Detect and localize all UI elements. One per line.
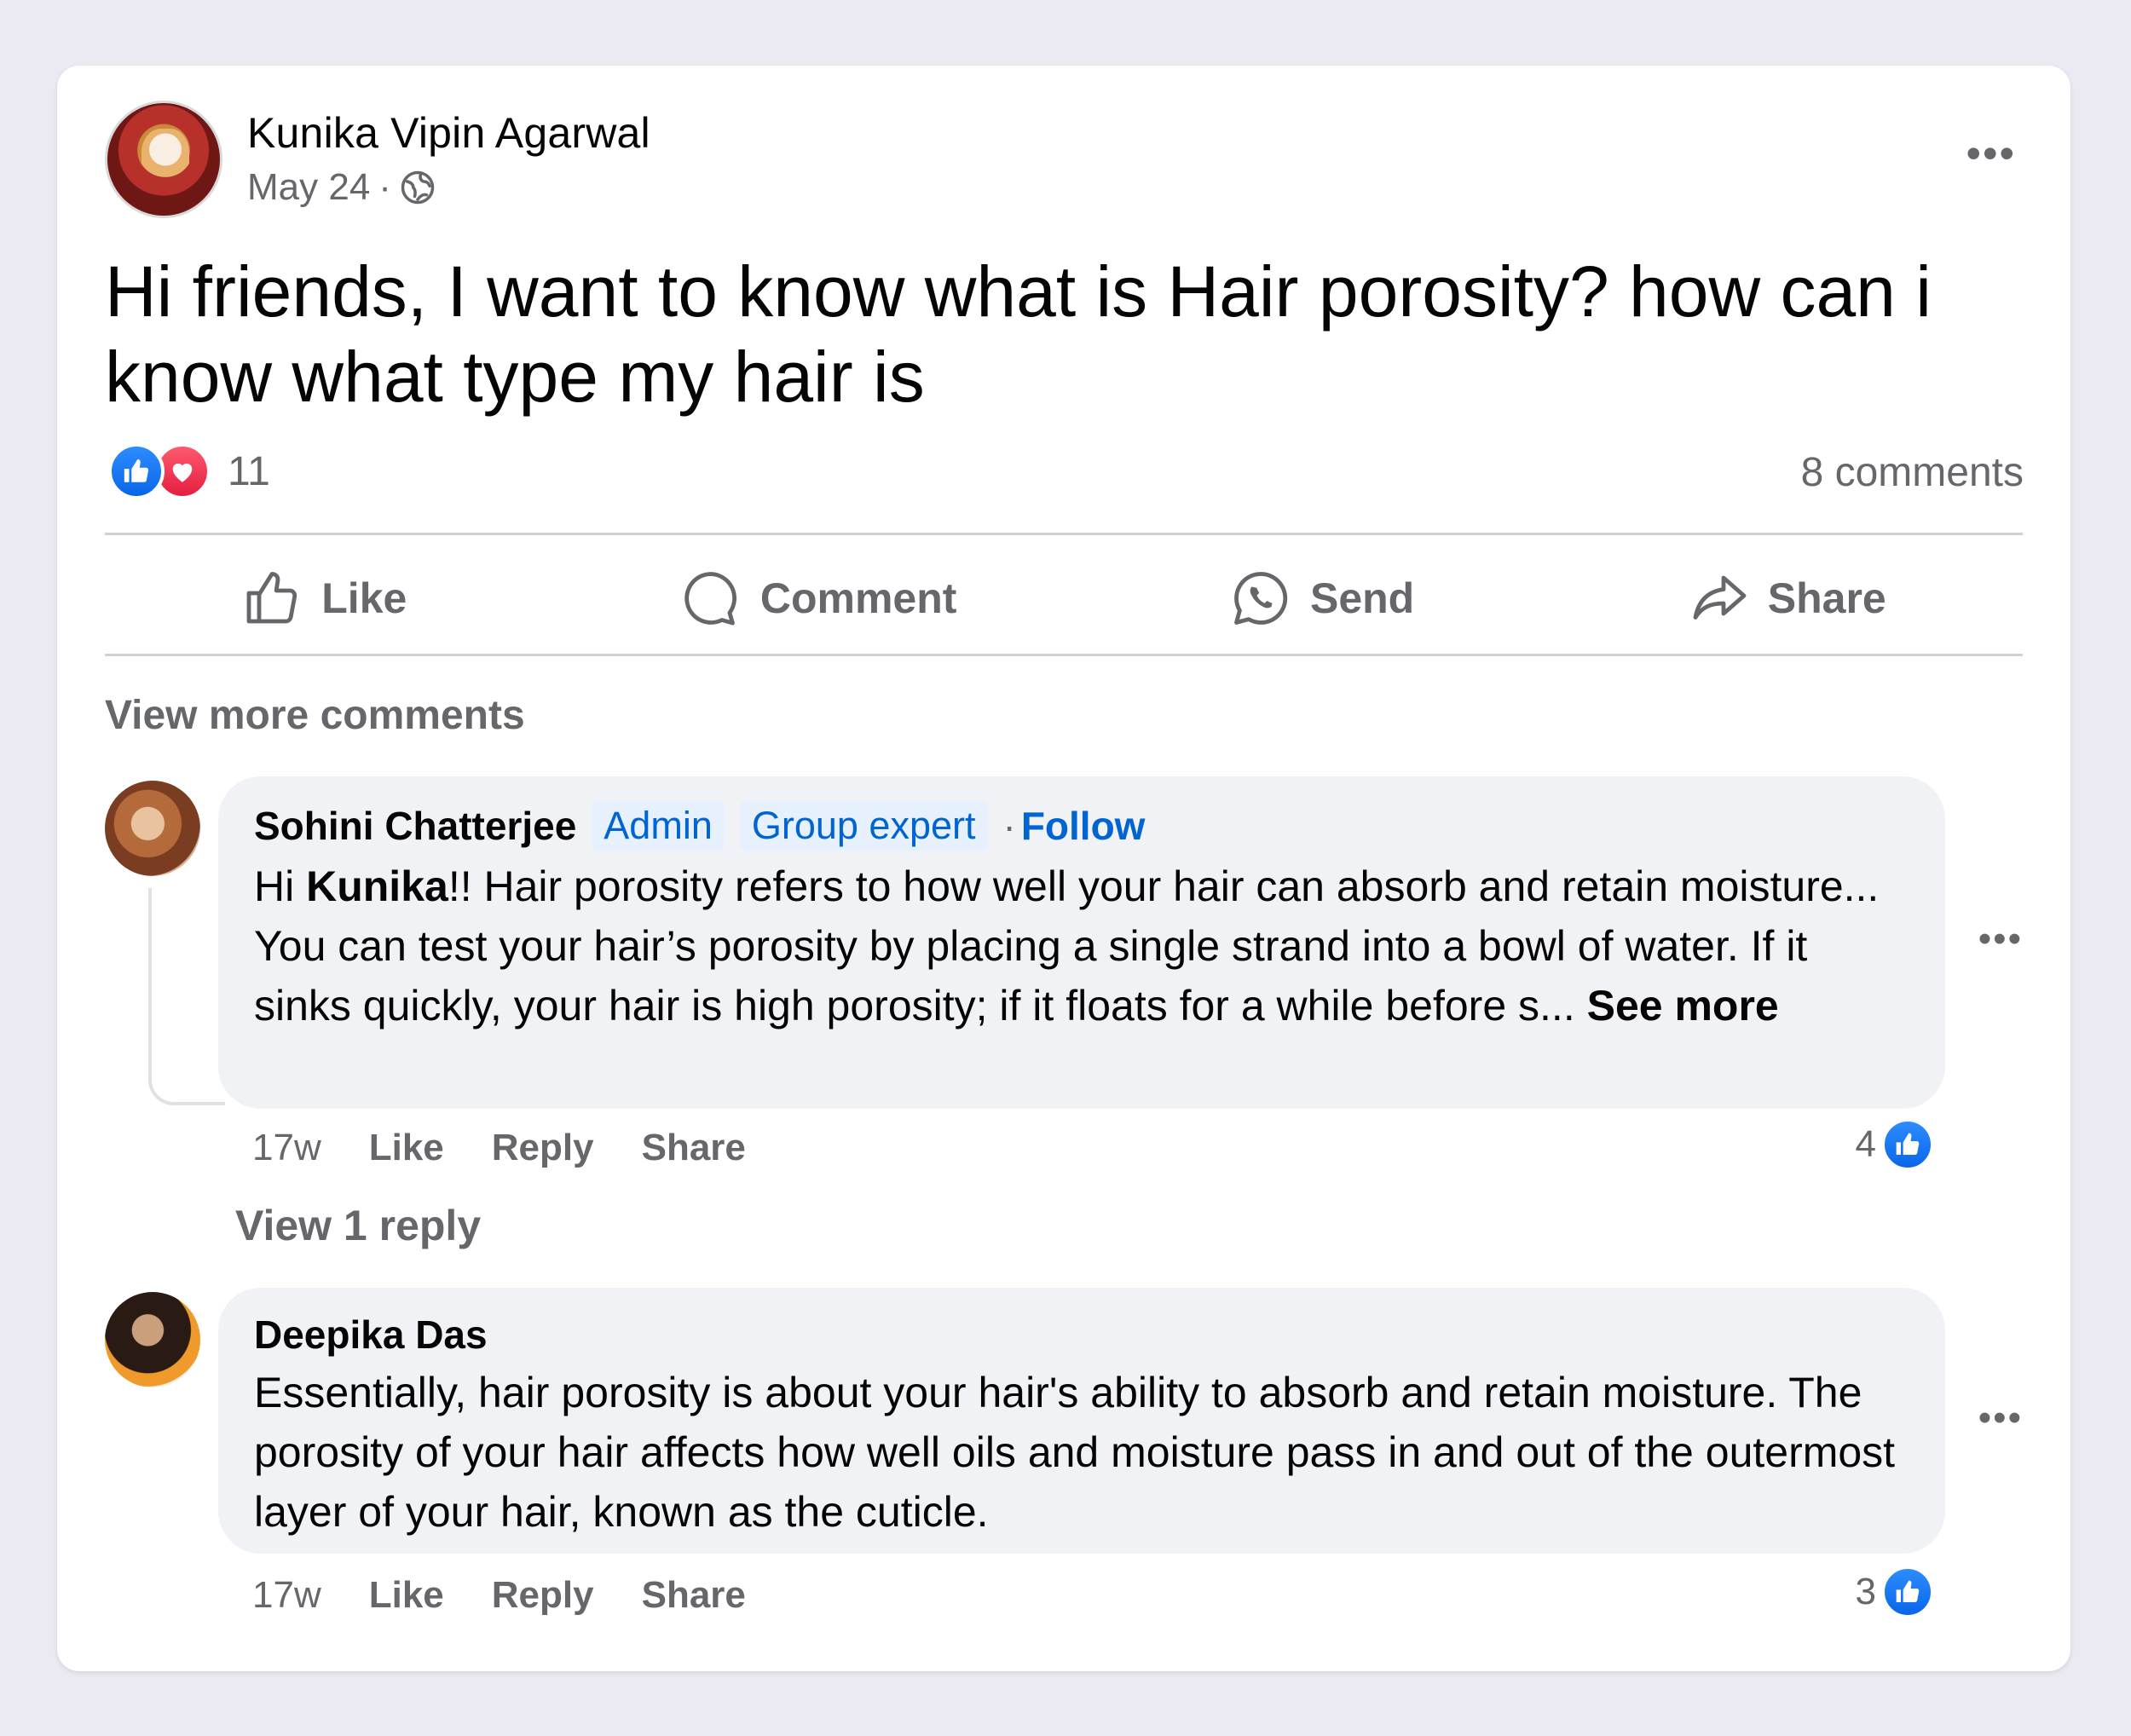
comment-bubble: Sohini Chatterjee Admin Group expert · Fo…	[218, 776, 1945, 1109]
share-button[interactable]: Share	[1688, 568, 1886, 629]
meta-separator: ·	[378, 166, 391, 208]
view-replies-link[interactable]: View 1 reply	[235, 1201, 481, 1250]
post-actions-bar: Like Comment Send Share	[105, 534, 2023, 662]
mentioned-name[interactable]: Kunika	[306, 862, 448, 910]
send-label: Send	[1309, 574, 1415, 622]
comment-text: Hi Kunika!! Hair porosity refers to how …	[254, 856, 1909, 1035]
thumbs-up-icon	[246, 572, 297, 624]
comment-header: Sohini Chatterjee Admin Group expert · Fo…	[254, 800, 1909, 851]
like-label: Like	[321, 574, 407, 622]
comment-like-button[interactable]: Like	[369, 1127, 444, 1169]
post-meta: May 24 ·	[247, 166, 436, 209]
comment-timestamp[interactable]: 17w	[252, 1574, 321, 1617]
follow-label: Follow	[1020, 804, 1146, 848]
admin-badge: Admin	[592, 800, 725, 851]
commenter-avatar[interactable]	[105, 1292, 200, 1387]
comment-label: Comment	[759, 574, 957, 622]
post-date[interactable]: May 24	[247, 166, 370, 209]
follow-separator: ·	[1002, 804, 1016, 848]
comment-button[interactable]: Comment	[680, 568, 957, 629]
comment-more-options-icon[interactable]: •••	[1978, 1397, 2023, 1439]
see-more-link[interactable]: See more	[1587, 982, 1779, 1029]
comment-reaction-count: 4	[1855, 1123, 1876, 1165]
comment-reaction-summary[interactable]: 4	[1856, 1118, 1934, 1171]
globe-icon	[401, 170, 435, 205]
send-button[interactable]: Send	[1230, 568, 1414, 629]
comment-text: Essentially, hair porosity is about your…	[254, 1369, 1896, 1536]
post-text: Hi friends, I want to know what is Hair …	[105, 251, 1932, 417]
group-expert-badge: Group expert	[739, 800, 988, 851]
comment-header: Deepika Das	[254, 1312, 1909, 1358]
comment-share-button[interactable]: Share	[642, 1574, 746, 1617]
comment-bubble: Deepika Das Essentially, hair porosity i…	[218, 1288, 1945, 1554]
comment-actions: 17w Like Reply Share	[252, 1127, 746, 1169]
post-more-options-icon[interactable]: •••	[1966, 132, 2016, 175]
commenter-name[interactable]: Sohini Chatterjee	[254, 803, 576, 849]
comment-reaction-summary[interactable]: 3	[1856, 1566, 1934, 1618]
comment-bubble-icon	[684, 572, 736, 626]
share-arrow-icon	[1693, 575, 1747, 620]
comments-count[interactable]: 8 comments	[1801, 449, 2024, 496]
comment-reply-button[interactable]: Reply	[492, 1574, 594, 1617]
comment-reaction-count: 3	[1855, 1571, 1876, 1612]
like-reaction-icon	[108, 443, 165, 499]
share-label: Share	[1767, 574, 1886, 622]
whatsapp-icon	[1234, 572, 1288, 625]
like-reaction-icon	[1881, 1566, 1934, 1618]
thread-connector-line	[148, 888, 225, 1105]
comment-share-button[interactable]: Share	[642, 1127, 746, 1169]
comment-actions: 17w Like Reply Share	[252, 1574, 746, 1617]
author-avatar[interactable]	[105, 101, 222, 218]
comment-like-button[interactable]: Like	[369, 1574, 444, 1617]
comment-timestamp[interactable]: 17w	[252, 1127, 321, 1169]
commenter-name[interactable]: Deepika Das	[254, 1312, 488, 1358]
comment-text-body: You can test your hair’s porosity by pla…	[254, 922, 1808, 1029]
reaction-summary[interactable]: 11	[108, 443, 270, 499]
comment-more-options-icon[interactable]: •••	[1978, 918, 2023, 960]
comment-text-intro: !! Hair porosity refers to how well your…	[448, 862, 1880, 910]
commenter-avatar[interactable]	[105, 781, 200, 876]
post-author-name[interactable]: Kunika Vipin Agarwal	[247, 108, 650, 158]
reaction-count: 11	[228, 448, 270, 494]
follow-link[interactable]: · Follow	[1003, 803, 1146, 849]
comment-reply-button[interactable]: Reply	[492, 1127, 594, 1169]
divider	[105, 654, 2023, 656]
like-reaction-icon	[1881, 1118, 1934, 1171]
view-more-comments-link[interactable]: View more comments	[105, 692, 525, 739]
comment-text-pre: Hi	[254, 862, 307, 910]
like-button[interactable]: Like	[241, 568, 407, 629]
post-card: Kunika Vipin Agarwal May 24 · ••• Hi fri…	[57, 66, 2070, 1671]
